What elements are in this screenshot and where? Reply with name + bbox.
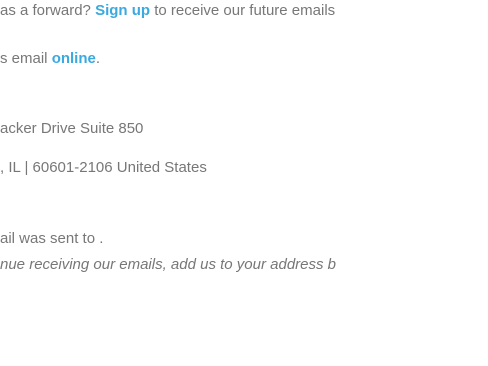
address-line-2: , IL | 60601-2106 United States: [0, 159, 207, 176]
view-online-prefix: s email: [0, 50, 48, 67]
forward-notice-prefix: as a forward?: [0, 2, 91, 19]
sent-to-notice: ail was sent to .: [0, 230, 104, 247]
forward-notice: as a forward? Sign up to receive our fut…: [0, 2, 335, 20]
view-online-notice: s email online.: [0, 50, 100, 68]
view-online-suffix: .: [95, 50, 101, 67]
signup-link[interactable]: Sign up: [95, 2, 150, 19]
view-online-link[interactable]: online: [52, 50, 96, 67]
address-line-1: acker Drive Suite 850: [0, 120, 144, 137]
address-book-notice: nue receiving our emails, add us to your…: [0, 256, 337, 273]
forward-notice-suffix: to receive our future emails: [154, 2, 336, 19]
